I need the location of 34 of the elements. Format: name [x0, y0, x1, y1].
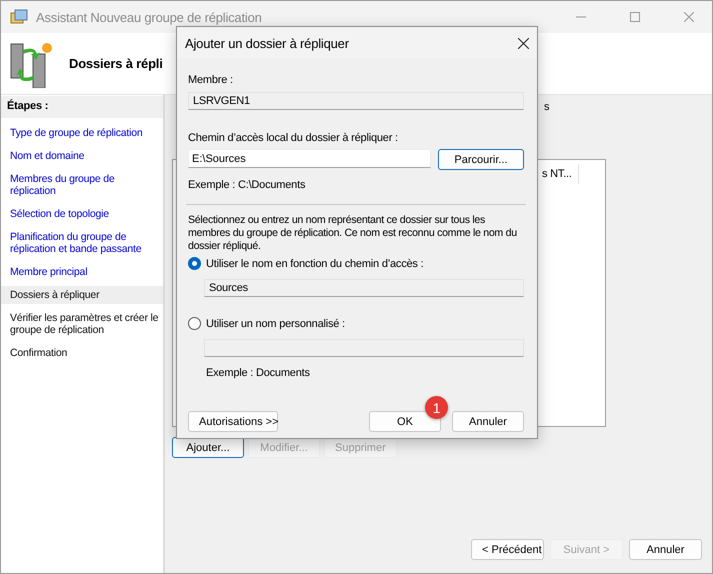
path-field[interactable]: E:\Sources: [188, 149, 431, 168]
column-header[interactable]: s NT...: [542, 164, 579, 184]
step-item: Dossiers à répliquer: [1, 286, 163, 304]
member-field: LSRVGEN1: [188, 92, 524, 110]
radio-option[interactable]: Utiliser le nom en fonction du chemin d’accès :: [188, 257, 524, 270]
steps-heading: Étapes :: [1, 96, 163, 118]
folders-icon: [10, 9, 28, 25]
list-button[interactable]: Ajouter...: [172, 437, 244, 458]
name-field[interactable]: [204, 339, 524, 357]
description-text: Sélectionnez ou entrez un nom représentant ce dossier sur tous les membres du groupe de réplication. Ce nom est reconnu comme le nom du dossier répliqué.: [188, 214, 518, 253]
step-link[interactable]: Sélection de topologie: [1, 205, 163, 223]
permissions-button[interactable]: Autorisations >>: [188, 411, 278, 432]
window-title: Assistant Nouveau groupe de réplication: [36, 10, 263, 24]
step-link[interactable]: Type de groupe de réplication: [1, 124, 163, 142]
cancel-button[interactable]: Annuler: [452, 411, 524, 432]
example-text: Exemple : C:\Documents: [188, 179, 306, 191]
browse-button[interactable]: Parcourir...: [438, 149, 524, 170]
step-item: Confirmation: [9, 346, 68, 361]
radio-option[interactable]: Utiliser un nom personnalisé :: [188, 317, 524, 330]
example-text: Exemple : Documents: [206, 367, 311, 379]
wizard-button[interactable]: Annuler: [629, 539, 702, 560]
page-title: Dossiers à répli: [69, 56, 163, 71]
path-label: Chemin d’accès local du dossier à répliquer :: [188, 132, 399, 144]
step-link[interactable]: Planification du groupe de réplication et bande passante: [1, 228, 163, 258]
wizard-button[interactable]: < Précédent: [471, 539, 544, 560]
step-item: Vérifier les paramètres et créer le groupe de réplication: [9, 311, 160, 338]
close-icon[interactable]: [518, 38, 529, 48]
member-label: Membre :: [188, 74, 234, 86]
step-link[interactable]: Membre principal: [1, 263, 163, 281]
name-field: Sources: [204, 279, 524, 297]
step-link[interactable]: Nom et domaine: [1, 147, 163, 165]
description-text: s: [544, 101, 550, 113]
dialog-title: Ajouter un dossier à répliquer: [185, 36, 349, 50]
step-link[interactable]: Membres du groupe de réplication: [1, 170, 163, 200]
